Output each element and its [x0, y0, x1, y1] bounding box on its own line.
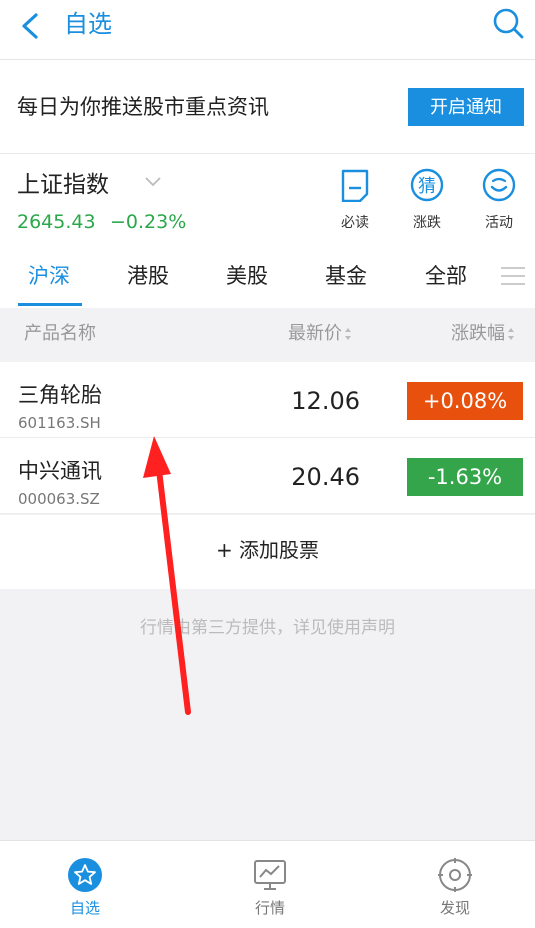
tab-all[interactable]: 全部 [425, 262, 467, 290]
column-change-label: 涨跌幅 [451, 323, 505, 344]
column-price-sort[interactable]: 最新价 [288, 322, 352, 346]
chart-icon [254, 860, 286, 890]
tab-us[interactable]: 美股 [226, 262, 268, 290]
tab-hs[interactable]: 沪深 [28, 262, 70, 290]
search-button[interactable] [491, 6, 525, 40]
stock-row[interactable]: 中兴通讯 000063.SZ 20.46 -1.63% [0, 438, 535, 514]
search-icon [493, 8, 524, 39]
smile-icon [482, 168, 516, 202]
nav-label: 发现 [439, 899, 470, 917]
back-button[interactable] [12, 8, 52, 42]
stock-code: 601163.SH [18, 414, 101, 432]
stock-change-badge[interactable]: -1.63% [407, 458, 523, 496]
shortcut-label: 涨跌 [413, 215, 441, 231]
shortcut-activity[interactable]: 活动 [471, 168, 527, 232]
nav-label: 行情 [254, 899, 285, 917]
menu-icon[interactable] [499, 264, 527, 288]
sort-icon [345, 328, 351, 340]
tab-hk[interactable]: 港股 [127, 262, 169, 290]
column-price-label: 最新价 [288, 323, 342, 344]
target-icon [438, 858, 472, 892]
stock-code: 000063.SZ [18, 490, 100, 508]
index-change: −0.23% [110, 211, 187, 233]
document-icon [341, 169, 369, 202]
index-value: 2645.43 [17, 211, 96, 233]
add-stock-label: + 添加股票 [215, 538, 320, 562]
stock-name: 三角轮胎 [18, 383, 102, 407]
sort-icon [508, 328, 514, 340]
shortcut-must-read[interactable]: 必读 [327, 168, 383, 232]
top-bar: 自选 [0, 0, 535, 60]
nav-market[interactable]: 行情 [225, 857, 315, 917]
bottom-nav: 自选 行情 发现 [0, 840, 535, 928]
stock-row[interactable]: 三角轮胎 601163.SH 12.06 +0.08% [0, 362, 535, 438]
add-stock-button[interactable]: + 添加股票 [0, 515, 535, 589]
guess-glyph: 猜 [418, 176, 436, 197]
chevron-down-icon[interactable] [144, 176, 162, 188]
data-source-disclaimer[interactable]: 行情由第三方提供，详见使用声明 [0, 616, 535, 640]
nav-discover[interactable]: 发现 [410, 857, 500, 917]
stock-price: 20.46 [291, 463, 360, 491]
guess-icon: 猜 [410, 168, 444, 202]
shortcut-label: 活动 [485, 215, 513, 231]
watchlist-page: 自选 每日为你推送股市重点资讯 开启通知 上证指数 2645.43 −0.23%… [0, 0, 535, 928]
shortcut-label: 必读 [341, 215, 369, 231]
stock-change-badge[interactable]: +0.08% [407, 382, 523, 420]
star-icon [68, 858, 102, 892]
column-name: 产品名称 [24, 323, 96, 344]
page-title: 自选 [64, 10, 112, 38]
nav-label: 自选 [69, 899, 100, 917]
nav-watchlist[interactable]: 自选 [40, 857, 130, 917]
market-tabs: 沪深 港股 美股 基金 全部 [0, 246, 535, 308]
column-change-sort[interactable]: 涨跌幅 [451, 322, 515, 346]
chevron-left-icon [22, 13, 38, 39]
active-tab-indicator [18, 303, 82, 306]
enable-notification-button[interactable]: 开启通知 [408, 88, 524, 126]
stock-name: 中兴通讯 [18, 459, 102, 483]
list-header: 产品名称 最新价 涨跌幅 [0, 308, 535, 362]
stock-price: 12.06 [291, 387, 360, 415]
shortcut-guess[interactable]: 猜 涨跌 [399, 168, 455, 232]
banner-text: 每日为你推送股市重点资讯 [17, 95, 269, 119]
index-summary: 上证指数 2645.43 −0.23% 必读 猜 涨跌 活动 [0, 154, 535, 246]
index-name[interactable]: 上证指数 [17, 170, 109, 200]
tab-fund[interactable]: 基金 [325, 262, 367, 290]
news-push-banner: 每日为你推送股市重点资讯 开启通知 [0, 60, 535, 154]
